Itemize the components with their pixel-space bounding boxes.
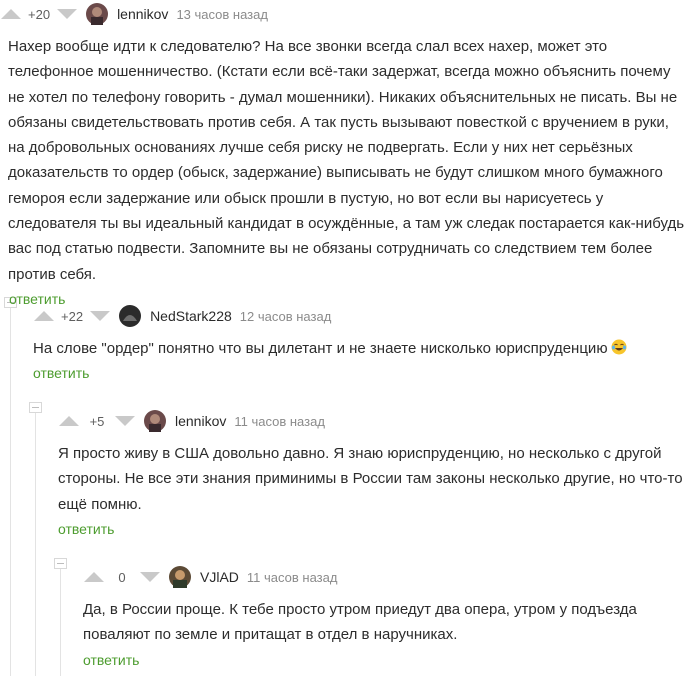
upvote-arrow-icon[interactable] [0,8,22,20]
vote-controls: 0 [74,563,161,591]
comment-text: Я просто живу в США довольно давно. Я зн… [58,445,683,513]
upvote-arrow-icon[interactable] [33,310,55,322]
collapse-thread-toggle[interactable] [29,402,42,413]
author-name[interactable]: lennikov [175,413,226,429]
comment-text: Да, в России проще. К тебе просто утром … [83,601,637,644]
vote-controls: +5 [49,407,136,435]
author-name[interactable]: VJlAD [200,569,239,585]
thread-branch-line [10,298,11,676]
upvote-arrow-icon[interactable] [83,571,105,583]
comment-score: +22 [61,308,84,324]
comment-text-content: На слове "ордер" понятно что вы дилетант… [33,340,608,357]
comment: +5 lennikov 11 часов назад Я просто живу… [49,407,700,539]
comment-timestamp: 11 часов назад [246,569,338,585]
thread-branch-line [60,559,61,676]
vote-controls: +20 [0,0,78,28]
avatar[interactable] [144,410,166,432]
comment: 0 VJlAD 11 часов назад Да, в России прощ… [74,563,700,670]
face-with-tears-of-joy-emoji [611,338,627,355]
avatar[interactable] [169,566,191,588]
avatar[interactable] [86,3,109,25]
comment-header: +5 lennikov 11 часов назад [49,407,700,435]
reply-link[interactable]: ответить [33,365,89,381]
reply-link[interactable]: ответить [58,521,114,537]
comment: +20 lennikov 13 часов назад Нахер вообще… [0,0,700,309]
downvote-arrow-icon[interactable] [89,310,111,322]
author-name[interactable]: lennikov [117,6,168,22]
comment-text: Нахер вообще идти к следователю? На все … [8,38,685,283]
comment-text: На слове "ордер" понятно что вы дилетант… [33,336,700,361]
vote-controls: +22 [24,302,111,330]
comment-header: +22 NedStark228 12 часов назад [24,302,700,330]
downvote-arrow-icon[interactable] [114,415,136,427]
comment: +22 NedStark228 12 часов назад На слове … [24,302,700,383]
downvote-arrow-icon[interactable] [56,8,78,20]
avatar[interactable] [119,305,142,327]
comment-score: +5 [89,413,105,429]
collapse-thread-toggle[interactable] [54,558,67,569]
reply-link[interactable]: ответить [83,652,139,668]
comment-header: +20 lennikov 13 часов назад [0,0,700,28]
comment-score: 0 [118,569,126,585]
comment-timestamp: 12 часов назад [239,308,332,324]
downvote-arrow-icon[interactable] [139,571,161,583]
upvote-arrow-icon[interactable] [58,415,80,427]
thread-branch-line [35,403,36,676]
author-name[interactable]: NedStark228 [150,308,232,324]
comment-header: 0 VJlAD 11 часов назад [74,563,700,591]
comment-score: +20 [28,6,51,22]
comment-timestamp: 13 часов назад [176,6,268,22]
comment-timestamp: 11 часов назад [234,413,325,429]
